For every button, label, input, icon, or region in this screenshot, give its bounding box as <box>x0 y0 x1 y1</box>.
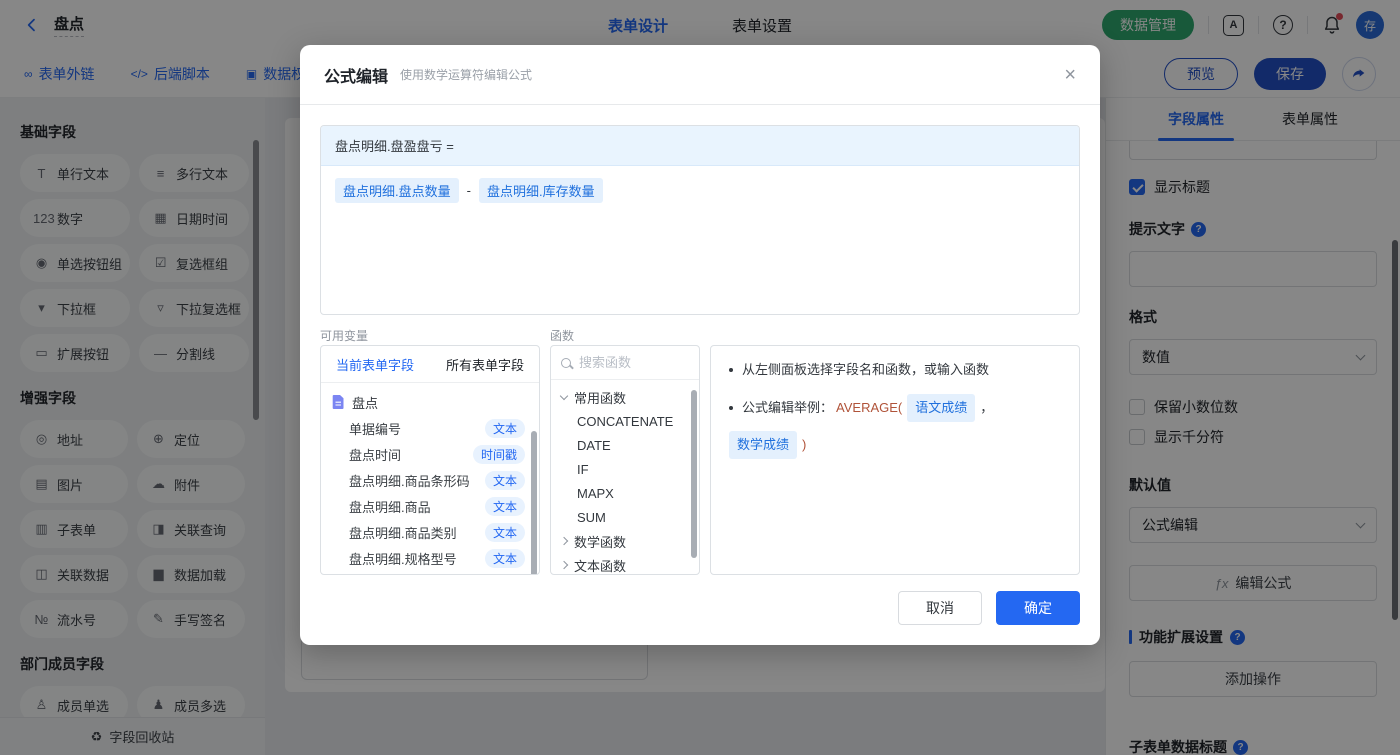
variables-scrollbar[interactable] <box>531 431 537 574</box>
variable-name: 盘点明细.商品 <box>349 499 431 515</box>
function-row[interactable]: IF <box>551 457 699 481</box>
variable-name: 盘点时间 <box>349 447 402 463</box>
cancel-button[interactable]: 取消 <box>898 591 982 625</box>
function-row[interactable]: DATE <box>551 433 699 457</box>
formula-operand-chip[interactable]: 盘点明细.库存数量 <box>478 178 603 203</box>
help-example-chip: 数学成绩 <box>729 431 798 459</box>
help-line-1: 从左侧面板选择字段名和函数，或输入函数 <box>729 359 1061 381</box>
variable-type-badge: 文本 <box>484 496 525 516</box>
function-row[interactable]: 数学函数 <box>551 529 699 553</box>
variable-type-badge: 文本 <box>484 470 525 490</box>
variables-box: 当前表单字段 所有表单字段 盘点 单据编号 文本 盘点时间 时间戳 盘点明细.商… <box>320 345 540 575</box>
bullet-icon <box>729 368 733 372</box>
variables-panel-label: 可用变量 <box>320 329 369 343</box>
bullet-icon <box>729 406 733 410</box>
variable-row[interactable]: 盘点明细.规格型号 文本 <box>321 545 539 571</box>
app-screen: 盘点 表单设计 表单设置 数据管理 A ? 存 ∞ 表单外链 </> 后端脚本 … <box>0 0 1400 755</box>
document-icon <box>332 395 344 409</box>
functions-panel-label: 函数 <box>550 329 575 343</box>
function-search <box>551 346 699 380</box>
variable-type-badge: 文本 <box>484 418 525 438</box>
help-example-fn: AVERAGE( <box>836 400 903 415</box>
chevron-icon <box>559 560 569 570</box>
confirm-button[interactable]: 确定 <box>996 591 1080 625</box>
help-line-2: 公式编辑举例： AVERAGE( 语文成绩 ， 数学成绩 ) <box>729 394 1061 459</box>
functions-box: 常用函数 CONCATENATE DATE IF MAPX <box>550 345 700 575</box>
variable-row[interactable]: 单据编号 文本 <box>321 415 539 441</box>
variables-root-row[interactable]: 盘点 <box>321 389 539 415</box>
function-search-input[interactable] <box>579 355 679 370</box>
modal-title: 公式编辑 <box>324 68 389 86</box>
variables-tab[interactable]: 所有表单字段 <box>446 355 524 374</box>
variable-name: 盘点明细.商品类别 <box>349 525 457 541</box>
function-row[interactable]: 文本函数 <box>551 553 699 574</box>
variable-row[interactable]: 盘点明细.商品条形码 文本 <box>321 467 539 493</box>
function-row[interactable]: MAPX <box>551 481 699 505</box>
function-label: SUM <box>577 509 606 525</box>
modal-header: 公式编辑 使用数学运算符编辑公式 × <box>300 45 1100 105</box>
help-example-prefix: 公式编辑举例： <box>742 400 834 415</box>
function-row[interactable]: CONCATENATE <box>551 409 699 433</box>
function-row[interactable]: 常用函数 <box>551 385 699 409</box>
functions-list: 常用函数 CONCATENATE DATE IF MAPX SUM 数学函数 文… <box>551 380 699 574</box>
modal-subtitle: 使用数学运算符编辑公式 <box>400 68 533 82</box>
function-row[interactable]: SUM <box>551 505 699 529</box>
chevron-icon <box>559 536 569 546</box>
formula-expression[interactable]: 盘点明细.盘点数量 - 盘点明细.库存数量 <box>321 166 1079 215</box>
function-label: IF <box>577 461 589 477</box>
function-label: 文本函数 <box>574 558 627 574</box>
variables-root-label: 盘点 <box>352 395 379 411</box>
formula-box: 盘点明细.盘盈盘亏 = 盘点明细.盘点数量 - 盘点明细.库存数量 <box>320 125 1080 315</box>
function-label: DATE <box>577 437 611 453</box>
formula-editor-modal: 公式编辑 使用数学运算符编辑公式 × 盘点明细.盘盈盘亏 = 盘点明细.盘点数量… <box>300 45 1100 645</box>
variable-row[interactable]: 盘点明细.商品 文本 <box>321 493 539 519</box>
search-icon <box>561 357 571 368</box>
help-example-chip: 语文成绩 <box>907 394 976 422</box>
formula-operator: - <box>466 183 471 198</box>
formula-target: 盘点明细.盘盈盘亏 = <box>321 126 1079 166</box>
variable-name: 盘点明细.商品条形码 <box>349 473 470 489</box>
variable-row[interactable]: 盘点时间 时间戳 <box>321 441 539 467</box>
chevron-icon <box>559 391 569 400</box>
function-label: 常用函数 <box>574 390 627 406</box>
variables-rows: 单据编号 文本 盘点时间 时间戳 盘点明细.商品条形码 文本 盘点明细.商品 文… <box>321 415 539 571</box>
variable-name: 盘点明细.规格型号 <box>349 551 457 567</box>
formula-help-box: 从左侧面板选择字段名和函数，或输入函数 公式编辑举例： AVERAGE( 语文成… <box>710 345 1080 575</box>
variables-tabs: 当前表单字段 所有表单字段 <box>321 346 539 383</box>
variable-name: 单据编号 <box>349 421 402 437</box>
help-example-comma: ， <box>980 400 994 415</box>
variable-type-badge: 时间戳 <box>472 444 525 464</box>
variables-list: 盘点 单据编号 文本 盘点时间 时间戳 盘点明细.商品条形码 文本 盘点明细.商… <box>321 383 539 574</box>
variable-type-badge: 文本 <box>484 522 525 542</box>
help-example-close: ) <box>802 437 807 452</box>
close-icon[interactable]: × <box>1064 65 1076 85</box>
functions-scrollbar[interactable] <box>691 390 697 558</box>
variable-row[interactable]: 盘点明细.商品类别 文本 <box>321 519 539 545</box>
function-label: 数学函数 <box>574 534 627 550</box>
formula-operand-chip[interactable]: 盘点明细.盘点数量 <box>335 178 459 203</box>
function-label: MAPX <box>577 485 614 501</box>
variable-type-badge: 文本 <box>484 548 525 568</box>
function-label: CONCATENATE <box>577 413 674 429</box>
variables-tab[interactable]: 当前表单字段 <box>336 355 414 374</box>
modal-footer: 取消 确定 <box>898 591 1080 625</box>
